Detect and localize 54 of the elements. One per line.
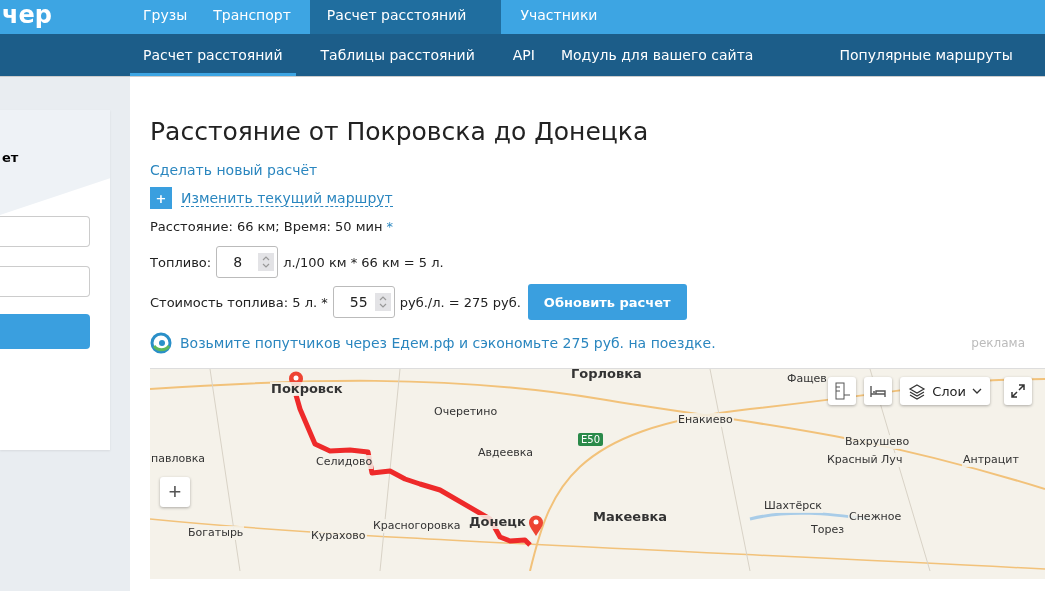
map-place-label: Антрацит (962, 453, 1020, 467)
zoom-in-button[interactable]: + (160, 477, 190, 507)
map-place-label: Макеевка (592, 510, 668, 524)
new-calculation-link[interactable]: Сделать новый расчёт (150, 162, 318, 178)
map-place-label: Красный Луч (826, 453, 904, 467)
swirl-logo-icon (150, 332, 172, 354)
cost-result: руб./л. = 275 руб. (399, 294, 521, 310)
update-button[interactable]: Обновить расчет (527, 284, 687, 320)
spinner-icon[interactable] (374, 293, 391, 311)
input-field[interactable] (0, 266, 90, 297)
spinner-icon[interactable] (258, 253, 275, 271)
ruler-icon[interactable] (828, 377, 857, 405)
page-title: Расстояние от Покровска до Донецка (150, 116, 649, 148)
chevron-down-icon (972, 387, 982, 395)
fullscreen-icon[interactable] (1004, 377, 1032, 405)
map-place-label: Селидово (315, 455, 374, 469)
subnav-tab[interactable]: Популярные маршруты (826, 34, 1026, 76)
fuel-label: Топливо: (150, 254, 212, 270)
ad-label: реклама (971, 336, 1025, 350)
map-place-label: Донецк (468, 515, 527, 529)
cost-label: Стоимость топлива: 5 л. * (150, 294, 328, 310)
road-number-badge: E50 (578, 433, 604, 446)
map-place-label: Очеретино (433, 405, 499, 419)
map-place-label: Енакиево (677, 413, 734, 427)
subnav-tab[interactable]: API (499, 34, 548, 76)
map-place-label: Вахрушево (844, 435, 911, 449)
layers-button[interactable]: Слои (900, 377, 990, 405)
map-place-label: Торез (810, 523, 846, 537)
input-field[interactable] (0, 216, 90, 247)
bed-icon[interactable] (864, 377, 893, 405)
map-place-label: Богатырь (187, 526, 245, 540)
fuel-input[interactable]: 8 (216, 246, 279, 278)
promo-link[interactable]: Возьмите попутчиков через Едем.рф и сэкономьте 275 руб. на поездке. (180, 335, 716, 351)
sidebar-heading: ет (2, 150, 19, 165)
map-place-label: Горловка (570, 369, 643, 381)
expand-button[interactable]: + (150, 187, 172, 209)
map-place-label: Курахово (310, 529, 367, 543)
distance-summary: Расстояние: 66 км; Время: 50 мин (150, 219, 383, 234)
map[interactable]: Покровск Горловка Фащев Очеретино Енакиево Вахрушево павловка Селидово Авдеевка Красный Луч Антрацит Шахтёрск Донецк Макеевка Снежное Красногоровка Богатырь Курахово Торез E50 Слои + (150, 368, 1045, 579)
map-place-label: Красногоровка (372, 519, 462, 533)
edit-route-link[interactable]: Изменить текущий маршрут (181, 189, 393, 207)
map-place-label: Авдеевка (477, 446, 535, 460)
fuel-result: л./100 км * 66 км = 5 л. (283, 254, 444, 270)
map-place-label: Шахтёрск (763, 499, 823, 513)
map-place-label: Снежное (848, 510, 903, 524)
subnav-tab[interactable]: Таблицы расстояний (307, 34, 488, 76)
layers-icon (908, 382, 927, 400)
subnav-tab[interactable]: Модуль для вашего сайта (547, 34, 767, 76)
map-place-label: Фащев (786, 372, 828, 386)
map-place-label: Покровск (270, 382, 344, 396)
map-pin-icon (528, 515, 544, 537)
nav-tab[interactable]: Расчет расстояний (309, 0, 502, 34)
price-input[interactable]: 55 (332, 286, 395, 318)
footnote-mark[interactable]: * (386, 219, 393, 234)
